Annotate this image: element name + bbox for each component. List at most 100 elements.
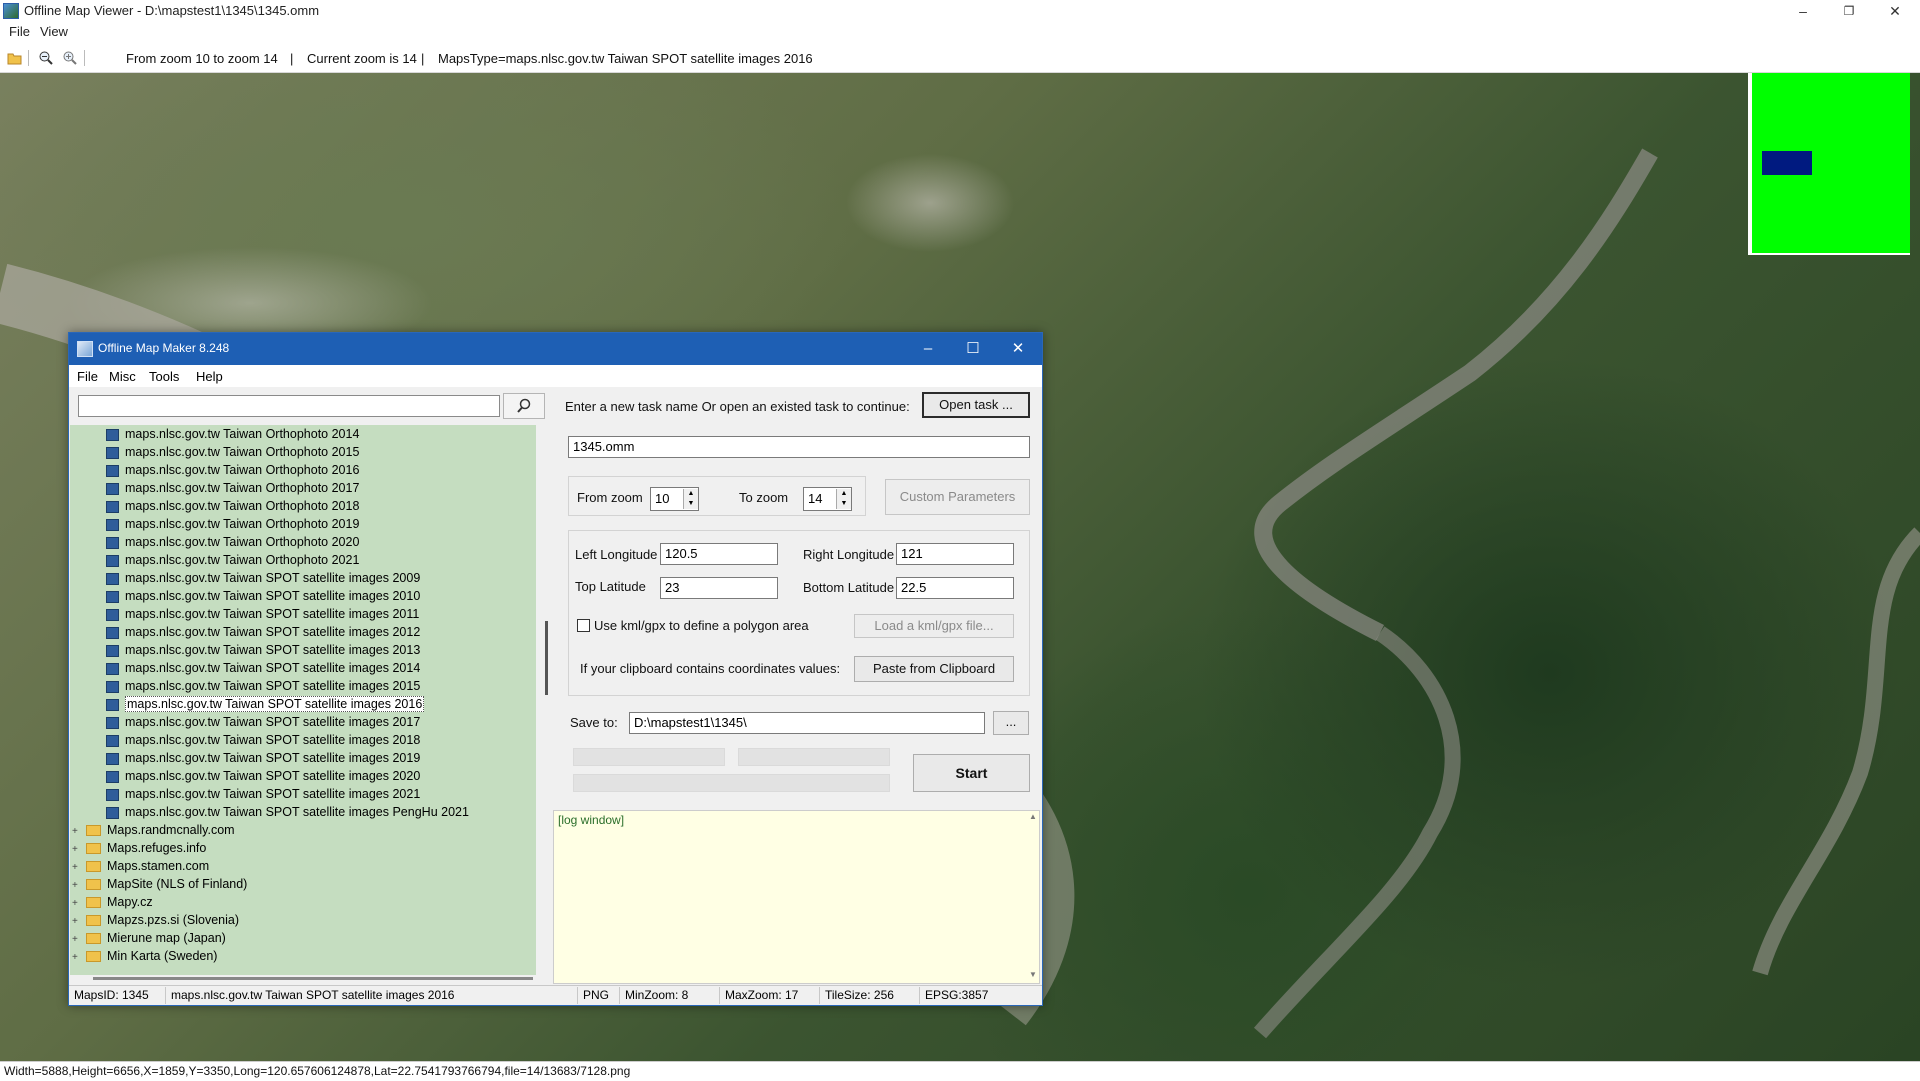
spin-down-icon[interactable]: ▼ [683,499,698,509]
tree-map-item[interactable]: maps.nlsc.gov.tw Taiwan SPOT satellite i… [106,659,420,677]
tree-map-item[interactable]: maps.nlsc.gov.tw Taiwan SPOT satellite i… [106,641,420,659]
open-task-button[interactable]: Open task ... [922,392,1030,418]
load-kml-button[interactable]: Load a kml/gpx file... [854,614,1014,638]
maps-tree[interactable]: maps.nlsc.gov.tw Taiwan Orthophoto 2014 m… [70,425,536,975]
map-icon [106,752,119,765]
window-titlebar: Offline Map Viewer - D:\mapstest1\1345\1… [0,0,1920,22]
tree-map-item[interactable]: maps.nlsc.gov.tw Taiwan SPOT satellite i… [106,605,419,623]
map-icon [106,788,119,801]
open-folder-icon[interactable] [7,50,23,66]
tree-map-item[interactable]: maps.nlsc.gov.tw Taiwan SPOT satellite i… [106,785,420,803]
toolbar-divider [84,50,85,66]
left-longitude-input[interactable]: 120.5 [660,543,778,565]
zoom-out-icon[interactable] [38,50,54,66]
top-latitude-label: Top Latitude [575,579,646,594]
tree-item-label: Maps.refuges.info [107,841,207,855]
dialog-minimize-button[interactable]: – [905,333,951,365]
tree-map-item[interactable]: maps.nlsc.gov.tw Taiwan SPOT satellite i… [106,587,420,605]
bottom-latitude-input[interactable]: 22.5 [896,577,1014,599]
scroll-up-icon[interactable]: ▲ [1029,812,1037,821]
status-maps-id: MapsID: 1345 [69,987,166,1004]
tree-folder[interactable]: + MapSite (NLS of Finland) [72,875,247,893]
tree-map-item[interactable]: maps.nlsc.gov.tw Taiwan SPOT satellite i… [106,695,425,713]
tree-map-item[interactable]: maps.nlsc.gov.tw Taiwan SPOT satellite i… [106,569,420,587]
tree-map-item[interactable]: maps.nlsc.gov.tw Taiwan SPOT satellite i… [106,731,420,749]
tree-folder[interactable]: + Mapy.cz [72,893,153,911]
tree-folder[interactable]: + Maps.refuges.info [72,839,206,857]
tree-item-label: maps.nlsc.gov.tw Taiwan Orthophoto 2019 [125,517,360,531]
menu-view[interactable]: View [40,24,68,39]
tree-folder[interactable]: + Maps.randmcnally.com [72,821,235,839]
tree-map-item[interactable]: maps.nlsc.gov.tw Taiwan SPOT satellite i… [106,713,420,731]
bottom-latitude-label: Bottom Latitude [803,580,895,595]
spin-down-icon[interactable]: ▼ [836,499,851,509]
browse-button[interactable]: ... [993,711,1029,735]
tree-map-item[interactable]: maps.nlsc.gov.tw Taiwan Orthophoto 2018 [106,497,359,515]
map-icon [106,500,119,513]
search-button[interactable] [503,393,545,419]
tree-map-item[interactable]: maps.nlsc.gov.tw Taiwan SPOT satellite i… [106,767,420,785]
expand-icon[interactable]: + [72,949,80,967]
from-zoom-spinner[interactable]: 10 ▲ ▼ [650,487,699,511]
minimize-button[interactable]: – [1780,0,1826,22]
dialog-statusbar: MapsID: 1345 maps.nlsc.gov.tw Taiwan SPO… [69,985,1042,1005]
paste-clipboard-button[interactable]: Paste from Clipboard [854,656,1014,682]
log-scrollbar[interactable]: ▲ ▼ [1027,810,1039,982]
tree-map-item[interactable]: maps.nlsc.gov.tw Taiwan Orthophoto 2020 [106,533,359,551]
minimap[interactable] [1748,73,1910,255]
folder-icon [86,843,101,855]
map-maker-dialog: Offline Map Maker 8.248 – ☐ ✕ File Misc … [68,332,1043,1006]
custom-parameters-button[interactable]: Custom Parameters [885,479,1030,515]
tree-item-label: maps.nlsc.gov.tw Taiwan Orthophoto 2017 [125,481,360,495]
start-button[interactable]: Start [913,754,1030,792]
dialog-menu-misc[interactable]: Misc [109,369,136,384]
spin-up-icon[interactable]: ▲ [836,489,851,499]
kml-checkbox[interactable] [577,619,590,632]
menu-file[interactable]: File [9,24,30,39]
map-icon [106,572,119,585]
to-zoom-spinner[interactable]: 14 ▲ ▼ [803,487,852,511]
spin-up-icon[interactable]: ▲ [683,489,698,499]
status-text: Width=5888,Height=6656,X=1859,Y=3350,Lon… [4,1064,631,1078]
top-latitude-input[interactable]: 23 [660,577,778,599]
tree-folder[interactable]: + Min Karta (Sweden) [72,947,217,965]
clipboard-label: If your clipboard contains coordinates v… [580,661,841,676]
dialog-menu-help[interactable]: Help [196,369,223,384]
maps-search-input[interactable] [78,395,500,417]
dialog-close-button[interactable]: ✕ [995,333,1041,365]
tree-item-label: Maps.stamen.com [107,859,210,873]
tree-map-item[interactable]: maps.nlsc.gov.tw Taiwan Orthophoto 2014 [106,425,359,443]
status-max-zoom: MaxZoom: 17 [720,987,820,1004]
restore-button[interactable]: ❐ [1826,0,1872,22]
save-to-input[interactable]: D:\mapstest1\1345\ [629,712,985,734]
tree-map-item[interactable]: maps.nlsc.gov.tw Taiwan SPOT satellite i… [106,749,420,767]
tree-map-item[interactable]: maps.nlsc.gov.tw Taiwan Orthophoto 2016 [106,461,359,479]
scroll-down-icon[interactable]: ▼ [1029,970,1037,979]
log-window[interactable]: [log window] [553,810,1040,984]
minimap-viewport[interactable] [1762,151,1812,175]
close-button[interactable]: ✕ [1872,0,1918,22]
scrollbar-thumb[interactable] [545,621,548,695]
dialog-titlebar[interactable]: Offline Map Maker 8.248 – ☐ ✕ [69,333,1042,365]
tree-folder[interactable]: + Mapzs.pzs.si (Slovenia) [72,911,239,929]
dialog-maximize-button[interactable]: ☐ [950,333,996,365]
tree-map-item[interactable]: maps.nlsc.gov.tw Taiwan Orthophoto 2021 [106,551,359,569]
tree-map-item[interactable]: maps.nlsc.gov.tw Taiwan Orthophoto 2017 [106,479,359,497]
tree-item-label: maps.nlsc.gov.tw Taiwan SPOT satellite i… [125,679,421,693]
tree-map-item[interactable]: maps.nlsc.gov.tw Taiwan SPOT satellite i… [106,677,420,695]
right-longitude-input[interactable]: 121 [896,543,1014,565]
tree-item-label: maps.nlsc.gov.tw Taiwan Orthophoto 2014 [125,427,360,441]
tree-folder[interactable]: + Mierune map (Japan) [72,929,226,947]
kml-checkbox-label[interactable]: Use kml/gpx to define a polygon area [594,618,809,633]
tree-map-item[interactable]: maps.nlsc.gov.tw Taiwan Orthophoto 2019 [106,515,359,533]
tree-map-item[interactable]: maps.nlsc.gov.tw Taiwan Orthophoto 2015 [106,443,359,461]
tree-horizontal-scrollbar[interactable] [93,977,533,980]
dialog-menu-tools[interactable]: Tools [149,369,179,384]
zoom-in-icon[interactable] [62,50,78,66]
tree-map-item[interactable]: maps.nlsc.gov.tw Taiwan SPOT satellite i… [106,623,420,641]
dialog-menu-file[interactable]: File [77,369,98,384]
map-icon [106,446,119,459]
task-name-input[interactable]: 1345.omm [568,436,1030,458]
tree-map-item[interactable]: maps.nlsc.gov.tw Taiwan SPOT satellite i… [106,803,469,821]
tree-folder[interactable]: + Maps.stamen.com [72,857,209,875]
